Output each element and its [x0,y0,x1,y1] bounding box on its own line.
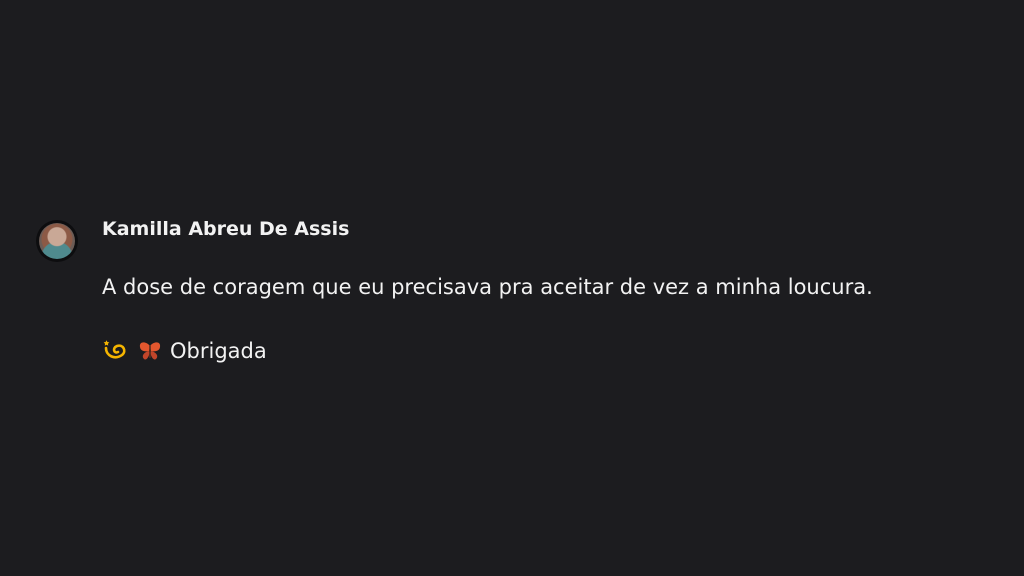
butterfly-icon [136,339,164,363]
comment-author[interactable]: Kamilla Abreu De Assis [102,217,873,241]
reply-text: Obrigada [170,339,267,363]
comment-text: A dose de coragem que eu precisava pra a… [102,275,873,299]
comment-body: Kamilla Abreu De Assis A dose de coragem… [102,215,873,365]
comment: Kamilla Abreu De Assis A dose de coragem… [36,215,873,365]
avatar-photo [39,223,75,259]
avatar[interactable] [36,220,78,262]
comment-reply: Obrigada [102,337,873,365]
dizzy-icon [102,339,130,363]
